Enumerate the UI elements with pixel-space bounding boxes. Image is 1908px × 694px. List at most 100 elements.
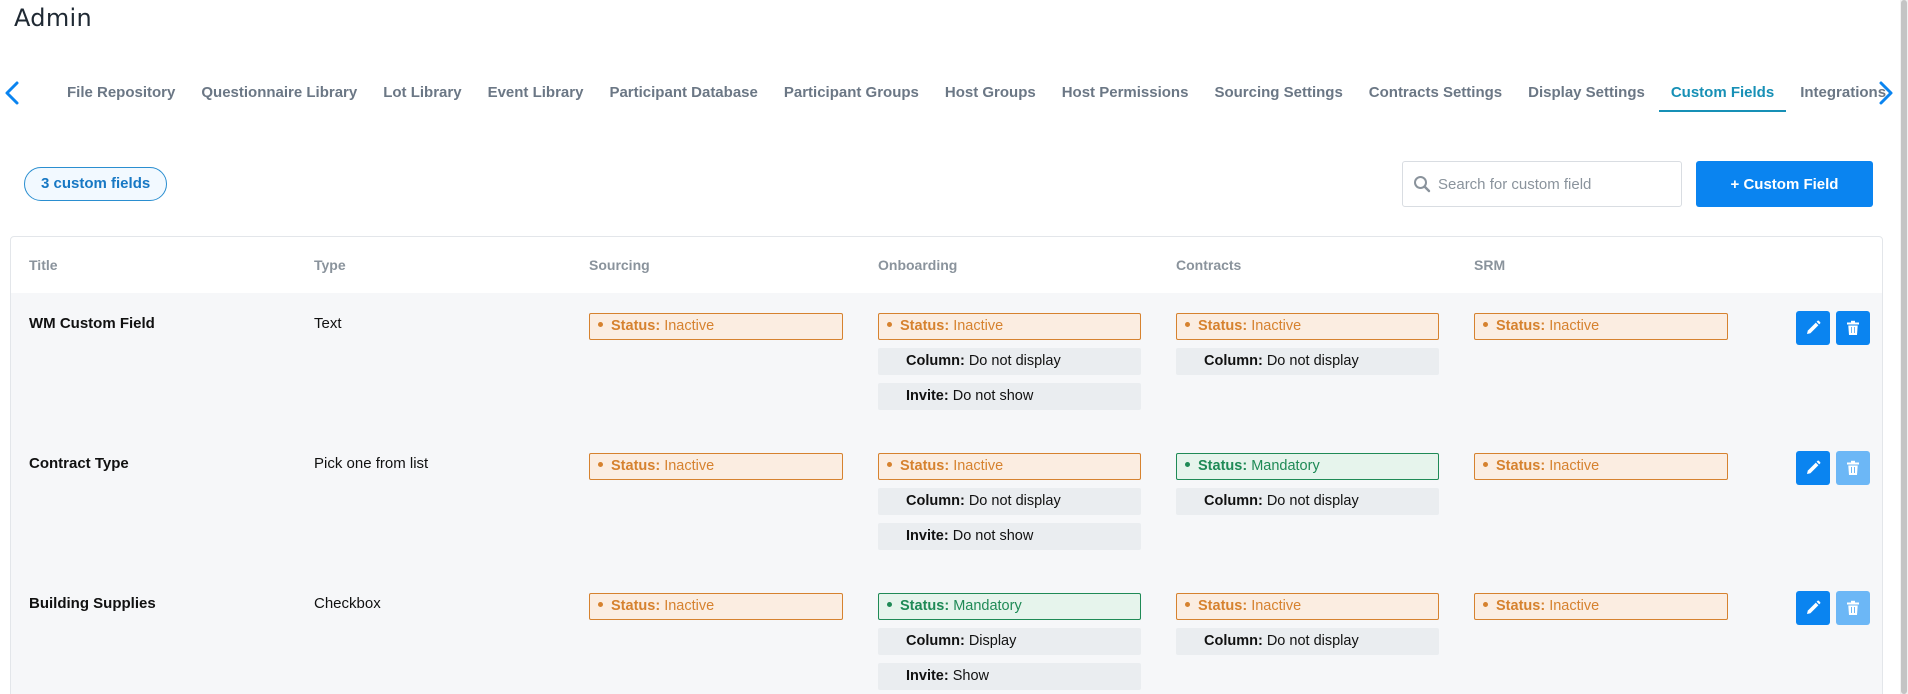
info-label: Invite: (906, 528, 949, 544)
status-label: Status: (900, 318, 950, 334)
table-row: Building Supplies Checkbox Status: Inactiv… (11, 573, 1882, 694)
status-value: Inactive (664, 598, 715, 614)
tab-contracts-settings[interactable]: Contracts Settings (1357, 74, 1514, 112)
info-label: Column: (906, 493, 965, 509)
info-label: Invite: (906, 668, 949, 684)
tab-host-groups[interactable]: Host Groups (933, 74, 1048, 112)
contracts-column-setting: Column: Do not display (1176, 348, 1439, 375)
status-dot-icon (1185, 601, 1190, 607)
tab-event-library[interactable]: Event Library (476, 74, 596, 112)
field-title: WM Custom Field (29, 315, 155, 332)
info-label: Column: (906, 353, 965, 369)
trash-icon (1847, 320, 1859, 335)
trash-icon (1847, 600, 1859, 615)
srm-status-badge: Status: Inactive (1474, 313, 1728, 340)
status-value: Inactive (1251, 318, 1302, 334)
tab-sourcing-settings[interactable]: Sourcing Settings (1202, 74, 1354, 112)
chevron-left-icon (5, 81, 19, 105)
tab-questionnaire-library[interactable]: Questionnaire Library (189, 74, 369, 112)
add-custom-field-button[interactable]: + Custom Field (1696, 161, 1873, 207)
status-dot-icon (887, 321, 892, 327)
tab-participant-database[interactable]: Participant Database (597, 74, 769, 112)
tab-participant-groups[interactable]: Participant Groups (772, 74, 931, 112)
status-value: Inactive (1251, 598, 1302, 614)
field-title: Contract Type (29, 455, 129, 472)
status-value: Inactive (1549, 318, 1600, 334)
onboarding-invite-setting: Invite: Show (878, 663, 1141, 690)
tab-file-repository[interactable]: File Repository (55, 74, 187, 112)
status-value: Mandatory (1251, 458, 1320, 474)
tab-display-settings[interactable]: Display Settings (1516, 74, 1657, 112)
onboarding-status-badge: Status: Inactive (878, 313, 1141, 340)
status-label: Status: (1496, 318, 1546, 334)
status-value: Inactive (664, 458, 715, 474)
page-scrollbar[interactable] (1900, 0, 1908, 694)
srm-status-badge: Status: Inactive (1474, 453, 1728, 480)
tab-lot-library[interactable]: Lot Library (371, 74, 473, 112)
search-icon (1414, 176, 1431, 193)
info-value: Show (952, 668, 990, 684)
info-value: Do not display (968, 353, 1061, 369)
tab-bar: File Repository Questionnaire Library Lot … (0, 74, 1900, 116)
info-label: Invite: (906, 388, 949, 404)
field-type: Text (314, 315, 342, 332)
search-input[interactable] (1435, 162, 1675, 206)
tab-custom-fields[interactable]: Custom Fields (1658, 74, 1787, 112)
status-dot-icon (1483, 321, 1488, 327)
delete-button[interactable] (1836, 591, 1870, 625)
status-label: Status: (1496, 458, 1546, 474)
info-value: Do not show (952, 388, 1034, 404)
edit-button[interactable] (1796, 591, 1830, 625)
edit-button[interactable] (1796, 311, 1830, 345)
title-cell-bg (11, 433, 296, 573)
sourcing-status-badge: Status: Inactive (589, 453, 843, 480)
sourcing-status-badge: Status: Inactive (589, 313, 843, 340)
status-value: Inactive (1549, 458, 1600, 474)
status-value: Inactive (953, 318, 1004, 334)
field-type: Pick one from list (314, 455, 429, 472)
status-label: Status: (1198, 598, 1248, 614)
tab-scroll-right-button[interactable] (1872, 78, 1900, 108)
contracts-status-badge: Status: Inactive (1176, 313, 1439, 340)
column-header-sourcing: Sourcing (589, 257, 650, 273)
status-label: Status: (1496, 598, 1546, 614)
tab-list: File Repository Questionnaire Library Lot … (55, 74, 1900, 116)
tab-host-permissions[interactable]: Host Permissions (1050, 74, 1201, 112)
status-label: Status: (611, 318, 661, 334)
delete-button[interactable] (1836, 451, 1870, 485)
status-value: Inactive (953, 458, 1004, 474)
column-header-type: Type (314, 257, 346, 273)
status-dot-icon (598, 461, 603, 467)
column-header-title: Title (29, 257, 58, 273)
column-header-contracts: Contracts (1176, 257, 1242, 273)
delete-button[interactable] (1836, 311, 1870, 345)
pencil-icon (1807, 460, 1821, 474)
info-value: Do not display (1266, 633, 1359, 649)
title-cell-bg (11, 573, 296, 694)
info-value: Display (968, 633, 1017, 649)
trash-icon (1847, 460, 1859, 475)
pencil-icon (1807, 320, 1821, 334)
title-cell-bg (11, 293, 296, 433)
status-label: Status: (611, 598, 661, 614)
edit-button[interactable] (1796, 451, 1830, 485)
status-value: Inactive (1549, 598, 1600, 614)
status-label: Status: (1198, 318, 1248, 334)
status-value: Inactive (664, 318, 715, 334)
page-scrollbar-thumb[interactable] (1901, 0, 1907, 694)
status-label: Status: (1198, 458, 1248, 474)
tab-scroll-left-button[interactable] (0, 78, 28, 108)
field-type: Checkbox (314, 595, 381, 612)
search-field[interactable] (1402, 161, 1682, 207)
custom-fields-table: Title Type Sourcing Onboarding Contracts… (10, 236, 1883, 694)
status-value: Mandatory (953, 598, 1022, 614)
info-value: Do not display (968, 493, 1061, 509)
status-dot-icon (1185, 461, 1190, 467)
srm-status-badge: Status: Inactive (1474, 593, 1728, 620)
onboarding-invite-setting: Invite: Do not show (878, 523, 1141, 550)
onboarding-column-setting: Column: Display (878, 628, 1141, 655)
info-value: Do not display (1266, 493, 1359, 509)
table-row: Contract Type Pick one from list Status: I… (11, 433, 1882, 573)
contracts-column-setting: Column: Do not display (1176, 488, 1439, 515)
status-label: Status: (900, 598, 950, 614)
